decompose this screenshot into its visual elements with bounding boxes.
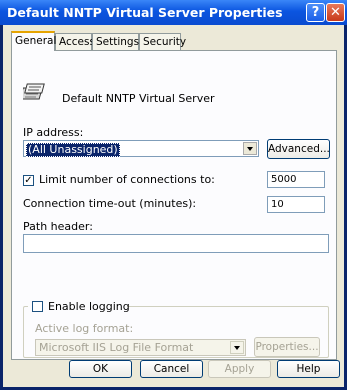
- title-bar: Default NNTP Virtual Server Properties ?…: [0, 0, 347, 25]
- news-server-icon: [23, 83, 45, 100]
- advanced-button[interactable]: Advanced...: [267, 139, 330, 159]
- properties-dialog: Default NNTP Virtual Server Properties ?…: [0, 0, 347, 390]
- enable-logging-checkbox[interactable]: [32, 301, 43, 312]
- path-header-label: Path header:: [23, 220, 93, 233]
- tab-security[interactable]: Security: [139, 33, 186, 50]
- ip-address-select[interactable]: (All Unassigned): [23, 140, 259, 157]
- close-icon[interactable]: ✕: [326, 3, 345, 22]
- log-format-select[interactable]: Microsoft IIS Log File Format: [35, 339, 246, 356]
- server-name: Default NNTP Virtual Server: [62, 92, 215, 105]
- dialog-body: General Access Settings Security Default…: [3, 25, 344, 387]
- ip-address-value: (All Unassigned): [26, 143, 120, 157]
- log-format-label: Active log format:: [35, 322, 134, 335]
- tab-access[interactable]: Access: [55, 33, 95, 50]
- chevron-down-icon[interactable]: [243, 142, 257, 155]
- ok-button[interactable]: OK: [69, 360, 132, 378]
- log-properties-button[interactable]: Properties...: [254, 337, 320, 357]
- tab-general[interactable]: General: [11, 31, 56, 51]
- path-header-input[interactable]: [23, 234, 329, 253]
- log-format-value: Microsoft IIS Log File Format: [39, 341, 194, 354]
- apply-button[interactable]: Apply: [208, 360, 271, 378]
- help-button[interactable]: Help: [277, 360, 340, 378]
- window-title: Default NNTP Virtual Server Properties: [7, 5, 283, 20]
- ip-address-label: IP address:: [23, 126, 84, 139]
- limit-connections-label: Limit number of connections to:: [39, 173, 215, 186]
- timeout-input[interactable]: 10: [267, 196, 325, 213]
- chevron-down-icon[interactable]: [230, 341, 244, 354]
- timeout-label: Connection time-out (minutes):: [23, 197, 197, 210]
- help-icon[interactable]: ?: [306, 3, 325, 22]
- connections-limit-input[interactable]: 5000: [267, 171, 325, 188]
- general-panel: Default NNTP Virtual Server IP address: …: [11, 50, 337, 360]
- logging-group-header: Enable logging: [28, 300, 130, 313]
- enable-logging-label: Enable logging: [48, 300, 130, 313]
- cancel-button[interactable]: Cancel: [140, 360, 203, 378]
- limit-connections-checkbox[interactable]: ✓: [23, 175, 34, 186]
- tab-settings[interactable]: Settings: [92, 33, 139, 50]
